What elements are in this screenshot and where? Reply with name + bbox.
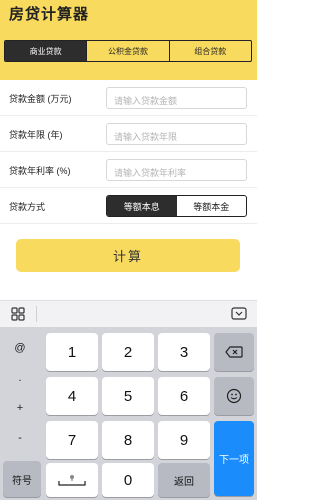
- keyboard-hide-icon[interactable]: [231, 307, 247, 320]
- key-8[interactable]: 8: [102, 421, 154, 459]
- amount-label: 贷款金额 (万元): [9, 94, 72, 104]
- key-2[interactable]: 2: [102, 333, 154, 371]
- key-7[interactable]: 7: [46, 421, 98, 459]
- tab-housing-fund-loan[interactable]: 公积金贷款: [86, 41, 168, 61]
- years-row: 贷款年限 (年) 请输入贷款年限: [0, 116, 257, 152]
- key-1[interactable]: 1: [46, 333, 98, 371]
- emoji-icon: [226, 388, 242, 404]
- back-key[interactable]: 返回: [158, 463, 210, 497]
- rate-row: 贷款年利率 (%) 请输入贷款年利率: [0, 152, 257, 188]
- equal-installment-option[interactable]: 等额本息: [107, 196, 177, 216]
- space-key[interactable]: [46, 463, 98, 497]
- symbol-key-at[interactable]: @: [0, 333, 40, 363]
- key-3[interactable]: 3: [158, 333, 210, 371]
- symbol-key-plus[interactable]: +: [0, 393, 40, 423]
- keyboard-toolbar: [0, 300, 257, 327]
- calculate-button[interactable]: 计算: [16, 239, 240, 272]
- years-input[interactable]: 请输入贷款年限: [106, 123, 247, 145]
- app-header: 房贷计算器 商业贷款 公积金贷款 组合贷款: [0, 0, 257, 80]
- amount-row: 贷款金额 (万元) 请输入贷款金额: [0, 80, 257, 116]
- rate-label: 贷款年利率 (%): [9, 166, 71, 176]
- equal-principal-option[interactable]: 等额本金: [177, 196, 247, 216]
- symbol-key-dot[interactable]: .: [0, 363, 40, 393]
- method-row: 贷款方式 等额本息 等额本金: [0, 188, 257, 224]
- grid-icon[interactable]: [11, 307, 25, 321]
- next-field-key[interactable]: 下一项: [214, 421, 254, 496]
- symbol-key-minus[interactable]: -: [0, 423, 40, 453]
- rate-input[interactable]: 请输入贷款年利率: [106, 159, 247, 181]
- key-4[interactable]: 4: [46, 377, 98, 415]
- method-label: 贷款方式: [9, 202, 46, 212]
- loan-type-tabs: 商业贷款 公积金贷款 组合贷款: [4, 40, 252, 62]
- symbol-mode-key[interactable]: 符号: [3, 461, 41, 497]
- repayment-method-toggle: 等额本息 等额本金: [106, 195, 247, 217]
- tab-combined-loan[interactable]: 组合贷款: [168, 41, 251, 61]
- numeric-keyboard: @ . + - 1 2 3 4 5 6 7 8 9 下一项 符号 0 返回: [0, 327, 257, 500]
- space-bar-icon: [58, 475, 86, 486]
- key-9[interactable]: 9: [158, 421, 210, 459]
- emoji-key[interactable]: [214, 377, 254, 415]
- key-6[interactable]: 6: [158, 377, 210, 415]
- tab-commercial-loan[interactable]: 商业贷款: [5, 41, 87, 61]
- years-label: 贷款年限 (年): [9, 130, 63, 140]
- amount-input[interactable]: 请输入贷款金额: [106, 87, 247, 109]
- page-title: 房贷计算器: [9, 6, 90, 23]
- key-0[interactable]: 0: [102, 463, 154, 497]
- loan-form: 贷款金额 (万元) 请输入贷款金额 贷款年限 (年) 请输入贷款年限 贷款年利率…: [0, 80, 257, 224]
- toolbar-divider: [36, 306, 37, 322]
- key-5[interactable]: 5: [102, 377, 154, 415]
- backspace-key[interactable]: [214, 333, 254, 371]
- backspace-icon: [225, 346, 243, 358]
